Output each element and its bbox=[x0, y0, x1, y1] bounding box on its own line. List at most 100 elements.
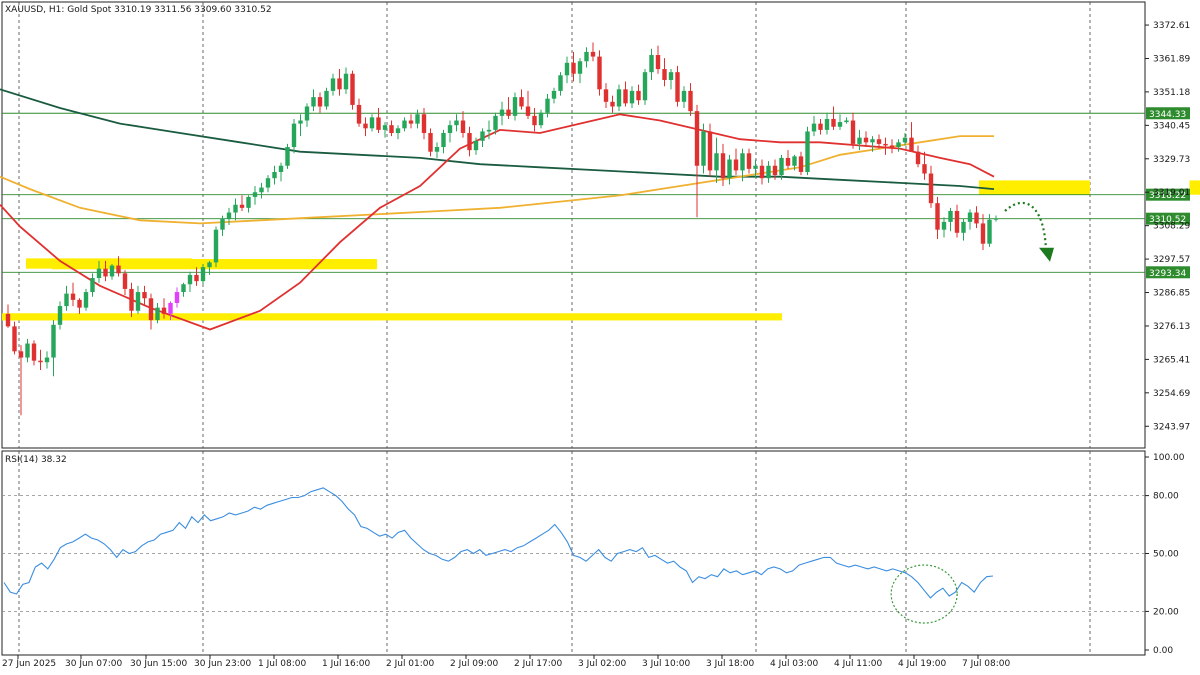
candle-body bbox=[811, 123, 817, 132]
candle-body bbox=[642, 72, 648, 101]
rsi-title: RSI(14) 38.32 bbox=[5, 455, 67, 465]
level-tag-label: 3344.33 bbox=[1149, 110, 1186, 120]
candle-body bbox=[239, 204, 245, 208]
candle-body bbox=[993, 218, 999, 220]
candle-body bbox=[616, 89, 622, 107]
candle-body bbox=[291, 123, 297, 148]
candle-body bbox=[571, 62, 576, 74]
candle-body bbox=[857, 137, 862, 144]
candle-body bbox=[343, 73, 349, 90]
candle-body bbox=[792, 156, 797, 166]
candle-body bbox=[629, 90, 635, 104]
time-tick-label: 1 Jul 08:00 bbox=[258, 659, 307, 669]
candle-body bbox=[603, 89, 609, 102]
candle-body bbox=[454, 120, 459, 126]
price-tick-label: 3372.61 bbox=[1153, 21, 1190, 31]
candle-body bbox=[90, 278, 95, 293]
rsi-tick-label: 20.00 bbox=[1153, 607, 1179, 617]
candle-body bbox=[142, 292, 147, 299]
candle-body bbox=[623, 89, 628, 104]
time-tick-label: 4 Jul 03:00 bbox=[770, 659, 819, 669]
candle-body bbox=[135, 292, 141, 311]
candle-body bbox=[25, 343, 30, 358]
candle-body bbox=[298, 120, 303, 124]
candle-body bbox=[31, 343, 37, 361]
candle-body bbox=[51, 324, 56, 358]
price-tick-label: 3254.69 bbox=[1153, 389, 1190, 399]
candle-body bbox=[954, 210, 960, 233]
candle-body bbox=[720, 153, 726, 179]
candle-body bbox=[285, 147, 290, 166]
price-tick-label: 3319.01 bbox=[1153, 188, 1190, 198]
candle-body bbox=[395, 128, 401, 133]
candle-body bbox=[805, 131, 810, 172]
candle-body bbox=[707, 131, 713, 171]
candle-body bbox=[798, 156, 804, 172]
candle-body bbox=[441, 132, 446, 148]
time-tick-label: 2 Jul 01:00 bbox=[386, 659, 435, 669]
candle-body bbox=[662, 69, 667, 80]
candle-body bbox=[935, 203, 940, 230]
candle-body bbox=[766, 165, 771, 179]
support-zone-upper bbox=[26, 258, 192, 269]
candle-body bbox=[194, 274, 199, 282]
candle-body bbox=[376, 117, 381, 130]
candle-body bbox=[941, 221, 947, 230]
candle-body bbox=[434, 147, 440, 152]
candle-body bbox=[675, 72, 680, 102]
time-tick-label: 30 Jun 07:00 bbox=[65, 659, 122, 669]
price-tick-label: 3340.45 bbox=[1153, 121, 1190, 131]
candle-body bbox=[896, 142, 901, 148]
candle-body bbox=[382, 125, 388, 130]
price-tick-label: 3308.29 bbox=[1153, 222, 1190, 232]
candle-body bbox=[278, 165, 284, 172]
candle-body bbox=[577, 61, 583, 74]
candle-body bbox=[551, 90, 557, 99]
candle-body bbox=[818, 123, 823, 130]
candle-body bbox=[402, 120, 407, 129]
candle-body bbox=[824, 118, 830, 130]
candle-body bbox=[772, 165, 778, 176]
candle-body bbox=[844, 120, 849, 123]
candle-body bbox=[967, 212, 973, 222]
candle-body bbox=[740, 153, 745, 171]
rsi-tick-label: 50.00 bbox=[1153, 550, 1179, 560]
candle-body bbox=[415, 114, 420, 124]
candle-body bbox=[473, 140, 479, 151]
chart-canvas[interactable]: 3344.333318.223310.523293.34 100.0080.00… bbox=[0, 0, 1200, 675]
rsi-panel: 100.00 80.00 50.00 20.00 0.00 bbox=[2, 453, 1185, 656]
candle-body bbox=[610, 101, 615, 107]
candle-body bbox=[785, 157, 791, 166]
time-tick-label: 4 Jul 19:00 bbox=[898, 659, 947, 669]
candle-body bbox=[252, 192, 258, 197]
time-tick-label: 3 Jul 02:00 bbox=[578, 659, 627, 669]
candle-body bbox=[928, 173, 934, 204]
candle-body bbox=[649, 55, 654, 73]
candle-body bbox=[38, 360, 43, 363]
candle-body bbox=[83, 292, 89, 308]
candle-body bbox=[428, 132, 433, 152]
price-tick-label: 3286.85 bbox=[1153, 289, 1190, 299]
candle-body bbox=[538, 112, 544, 126]
candle-body bbox=[714, 153, 719, 171]
candle-body bbox=[12, 326, 17, 352]
time-tick-label: 7 Jul 08:00 bbox=[962, 659, 1011, 669]
time-tick-label: 2 Jul 09:00 bbox=[450, 659, 499, 669]
candle-body bbox=[233, 204, 238, 213]
candle-body bbox=[759, 165, 765, 179]
candle-body bbox=[584, 51, 589, 62]
candle-body bbox=[64, 293, 69, 307]
candle-body bbox=[304, 106, 310, 121]
candle-body bbox=[96, 268, 102, 279]
price-tick-label: 3297.57 bbox=[1153, 255, 1190, 265]
candle-body bbox=[889, 145, 895, 148]
ma-fast-line bbox=[0, 113, 995, 331]
candle-body bbox=[226, 212, 232, 219]
candle-body bbox=[480, 131, 485, 141]
candle-body bbox=[870, 139, 875, 143]
candle-body bbox=[876, 139, 882, 144]
chart-title: XAUUSD, H1: Gold Spot 3310.19 3311.56 33… bbox=[5, 5, 272, 15]
candle-body bbox=[421, 114, 427, 133]
candle-body bbox=[181, 284, 186, 293]
price-tick-label: 3276.13 bbox=[1153, 322, 1190, 332]
